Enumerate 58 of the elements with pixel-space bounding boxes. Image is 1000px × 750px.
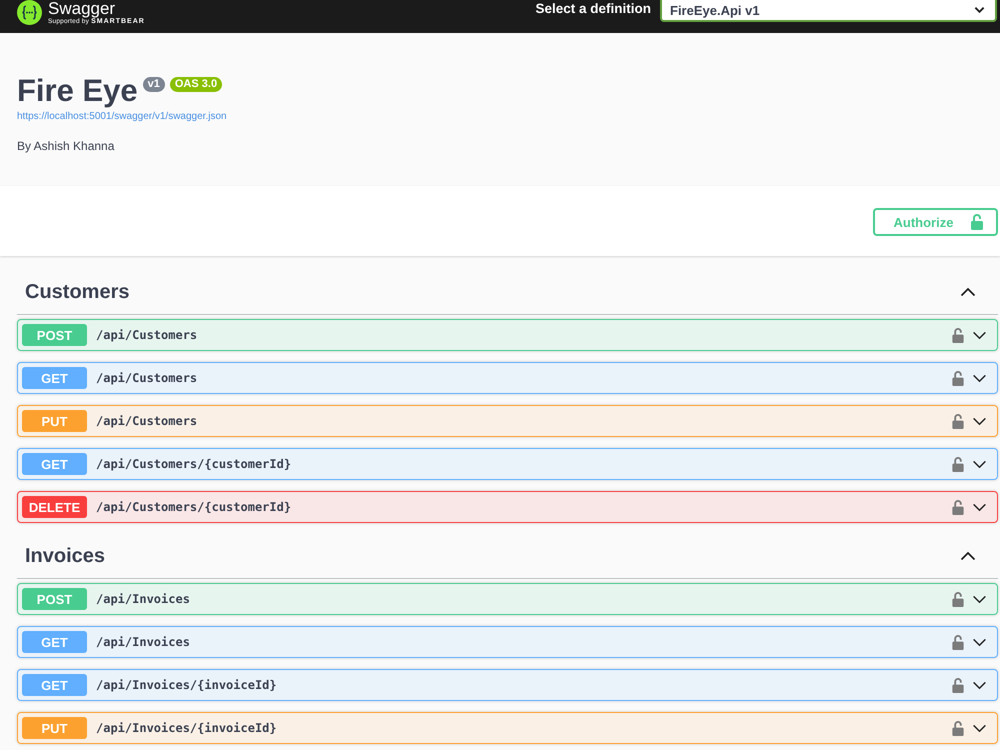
- chevron-down-icon[interactable]: [972, 502, 987, 512]
- section-title[interactable]: Invoices: [25, 544, 106, 568]
- chevron-up-icon[interactable]: [960, 551, 976, 561]
- chevron-up-icon[interactable]: [960, 287, 976, 297]
- author-text: By Ashish Khanna: [17, 139, 114, 153]
- operation-row[interactable]: PUT /api/Customers: [17, 405, 998, 437]
- chevron-down-icon[interactable]: [972, 724, 987, 732]
- operation-row[interactable]: DELETE /api/Customers/{customerId}: [17, 491, 998, 523]
- method-badge: DELETE: [22, 496, 87, 518]
- chevron-down-icon[interactable]: [972, 460, 987, 468]
- lock-icon[interactable]: [952, 720, 964, 736]
- logo-wordmark: Swagger: [48, 0, 116, 18]
- endpoint-path: /api/Invoices/{invoiceId}: [96, 678, 277, 692]
- method-badge: PUT: [22, 717, 87, 739]
- operation-row[interactable]: GET /api/Invoices/{invoiceId}: [17, 669, 998, 701]
- lock-icon[interactable]: [952, 414, 964, 428]
- endpoint-path: /api/Customers/{customerId}: [96, 457, 292, 471]
- endpoint-path: /api/Customers: [96, 371, 198, 385]
- operation-row[interactable]: POST /api/Invoices: [17, 583, 998, 615]
- method-badge: GET: [22, 674, 87, 696]
- endpoint-path: /api/Invoices: [96, 592, 190, 606]
- method-badge: POST: [22, 324, 87, 346]
- chevron-down-icon[interactable]: [972, 638, 987, 646]
- chevron-down-icon[interactable]: [972, 374, 987, 382]
- operation-row[interactable]: PUT /api/Invoices/{invoiceId}: [17, 712, 998, 744]
- chevron-down-icon[interactable]: [972, 330, 987, 340]
- chevron-down-icon: [974, 6, 985, 14]
- method-badge: GET: [22, 367, 87, 389]
- definition-label: Select a definition: [535, 0, 651, 17]
- logo-icon: [17, 0, 42, 25]
- method-badge: GET: [22, 631, 87, 653]
- endpoint-path: /api/Customers: [96, 414, 198, 428]
- api-title: Fire Eye: [17, 73, 138, 109]
- lock-icon[interactable]: [952, 678, 964, 692]
- lock-icon[interactable]: [952, 634, 964, 650]
- operation-row[interactable]: POST /api/Customers: [17, 319, 998, 351]
- endpoint-path: /api/Customers: [96, 328, 198, 342]
- chevron-down-icon[interactable]: [972, 680, 987, 690]
- version-badge: v1: [142, 77, 165, 92]
- definition-select[interactable]: FireEye.Api v1: [660, 0, 997, 22]
- oas-badge: OAS 3.0: [170, 77, 222, 92]
- method-badge: GET: [22, 453, 87, 475]
- lock-icon[interactable]: [952, 500, 964, 514]
- endpoint-path: /api/Invoices/{invoiceId}: [96, 721, 277, 735]
- endpoint-path: /api/Invoices: [96, 635, 190, 649]
- chevron-down-icon[interactable]: [972, 594, 987, 604]
- lock-icon[interactable]: [952, 328, 964, 342]
- method-badge: PUT: [22, 410, 87, 432]
- method-badge: POST: [22, 588, 87, 610]
- lock-icon[interactable]: [952, 592, 964, 606]
- operation-row[interactable]: GET /api/Customers: [17, 362, 998, 394]
- lock-icon[interactable]: [952, 370, 964, 386]
- endpoint-path: /api/Customers/{customerId}: [96, 500, 292, 514]
- section-title[interactable]: Customers: [25, 280, 130, 304]
- chevron-down-icon[interactable]: [972, 416, 987, 426]
- operation-row[interactable]: GET /api/Invoices: [17, 626, 998, 658]
- operation-row[interactable]: GET /api/Customers/{customerId}: [17, 448, 998, 480]
- lock-icon[interactable]: [952, 456, 964, 472]
